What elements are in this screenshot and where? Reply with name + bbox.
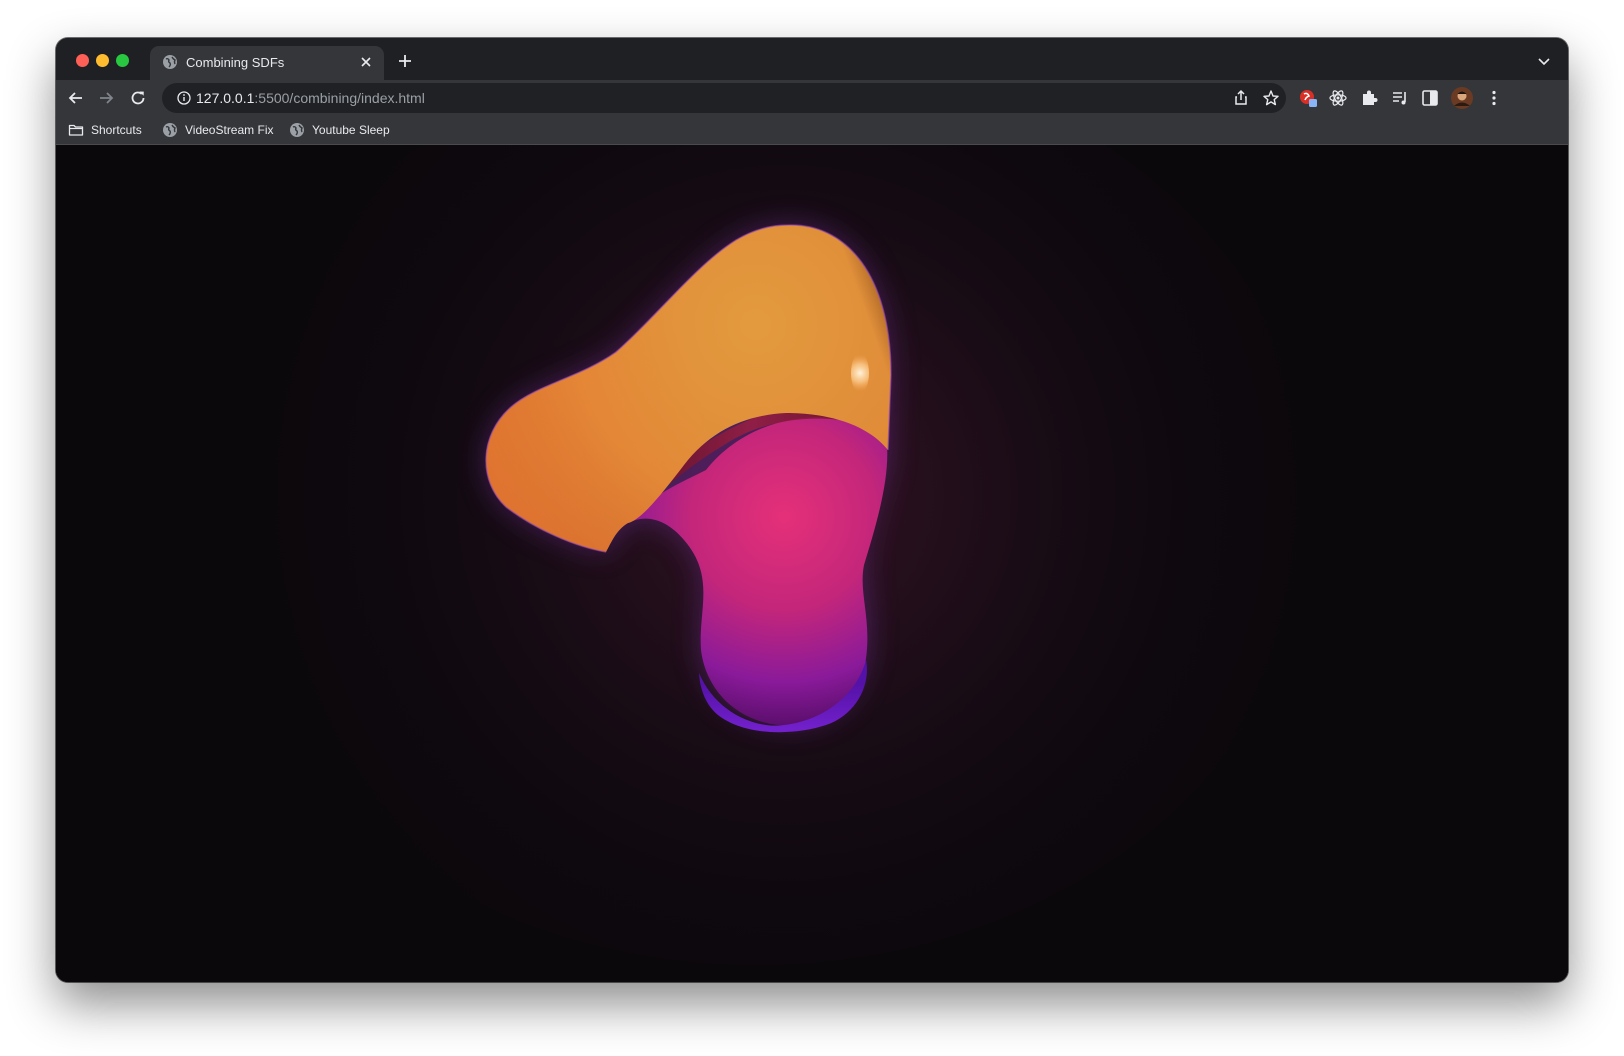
browser-window: Combining SDFs 127.0.0.1:5500/combining/… [56,38,1568,982]
react-devtools-icon[interactable] [1328,88,1348,108]
bookmark-label: VideoStream Fix [185,123,274,137]
forward-icon[interactable] [96,88,116,108]
folder-icon [68,124,84,136]
sdf-render [56,145,1568,982]
globe-icon [163,55,177,69]
address-bar[interactable]: 127.0.0.1:5500/combining/index.html [162,83,1286,113]
url-host: 127.0.0.1 [196,90,255,106]
profile-avatar[interactable] [1450,86,1474,110]
new-tab-icon[interactable] [398,54,412,68]
globe-icon [290,123,304,137]
globe-icon [163,123,177,137]
tab-combining-sdfs[interactable]: Combining SDFs [150,46,384,80]
minimize-window-button[interactable] [96,54,109,67]
share-icon[interactable] [1232,89,1250,107]
site-info-icon[interactable] [176,90,192,106]
chrome-menu-icon[interactable] [1484,88,1504,108]
bookmark-star-icon[interactable] [1262,89,1280,107]
bookmark-shortcuts[interactable]: Shortcuts [68,120,142,140]
specular-highlight [851,353,869,393]
url-text[interactable]: 127.0.0.1:5500/combining/index.html [196,90,425,106]
zoom-window-button[interactable] [116,54,129,67]
bookmark-youtube-sleep[interactable]: Youtube Sleep [289,120,390,140]
tab-strip: Combining SDFs [56,38,1568,80]
side-panel-icon[interactable] [1420,88,1440,108]
extensions-puzzle-icon[interactable] [1359,88,1379,108]
bookmarks-bar: Shortcuts VideoStream Fix Youtube Sleep [56,116,1568,145]
back-icon[interactable] [66,88,86,108]
reload-icon[interactable] [128,88,148,108]
close-window-button[interactable] [76,54,89,67]
tab-search-chevron-icon[interactable] [1538,56,1550,66]
tab-title: Combining SDFs [186,55,285,70]
extension-badge-icon[interactable] [1298,88,1318,108]
bookmark-videostream-fix[interactable]: VideoStream Fix [162,120,273,140]
close-tab-icon[interactable] [360,56,372,68]
url-path: :5500/combining/index.html [254,90,425,106]
reading-list-icon[interactable] [1390,88,1410,108]
bookmark-label: Shortcuts [91,123,142,137]
toolbar: 127.0.0.1:5500/combining/index.html [56,80,1568,116]
bookmark-label: Youtube Sleep [312,123,390,137]
webgl-canvas[interactable] [56,145,1568,982]
